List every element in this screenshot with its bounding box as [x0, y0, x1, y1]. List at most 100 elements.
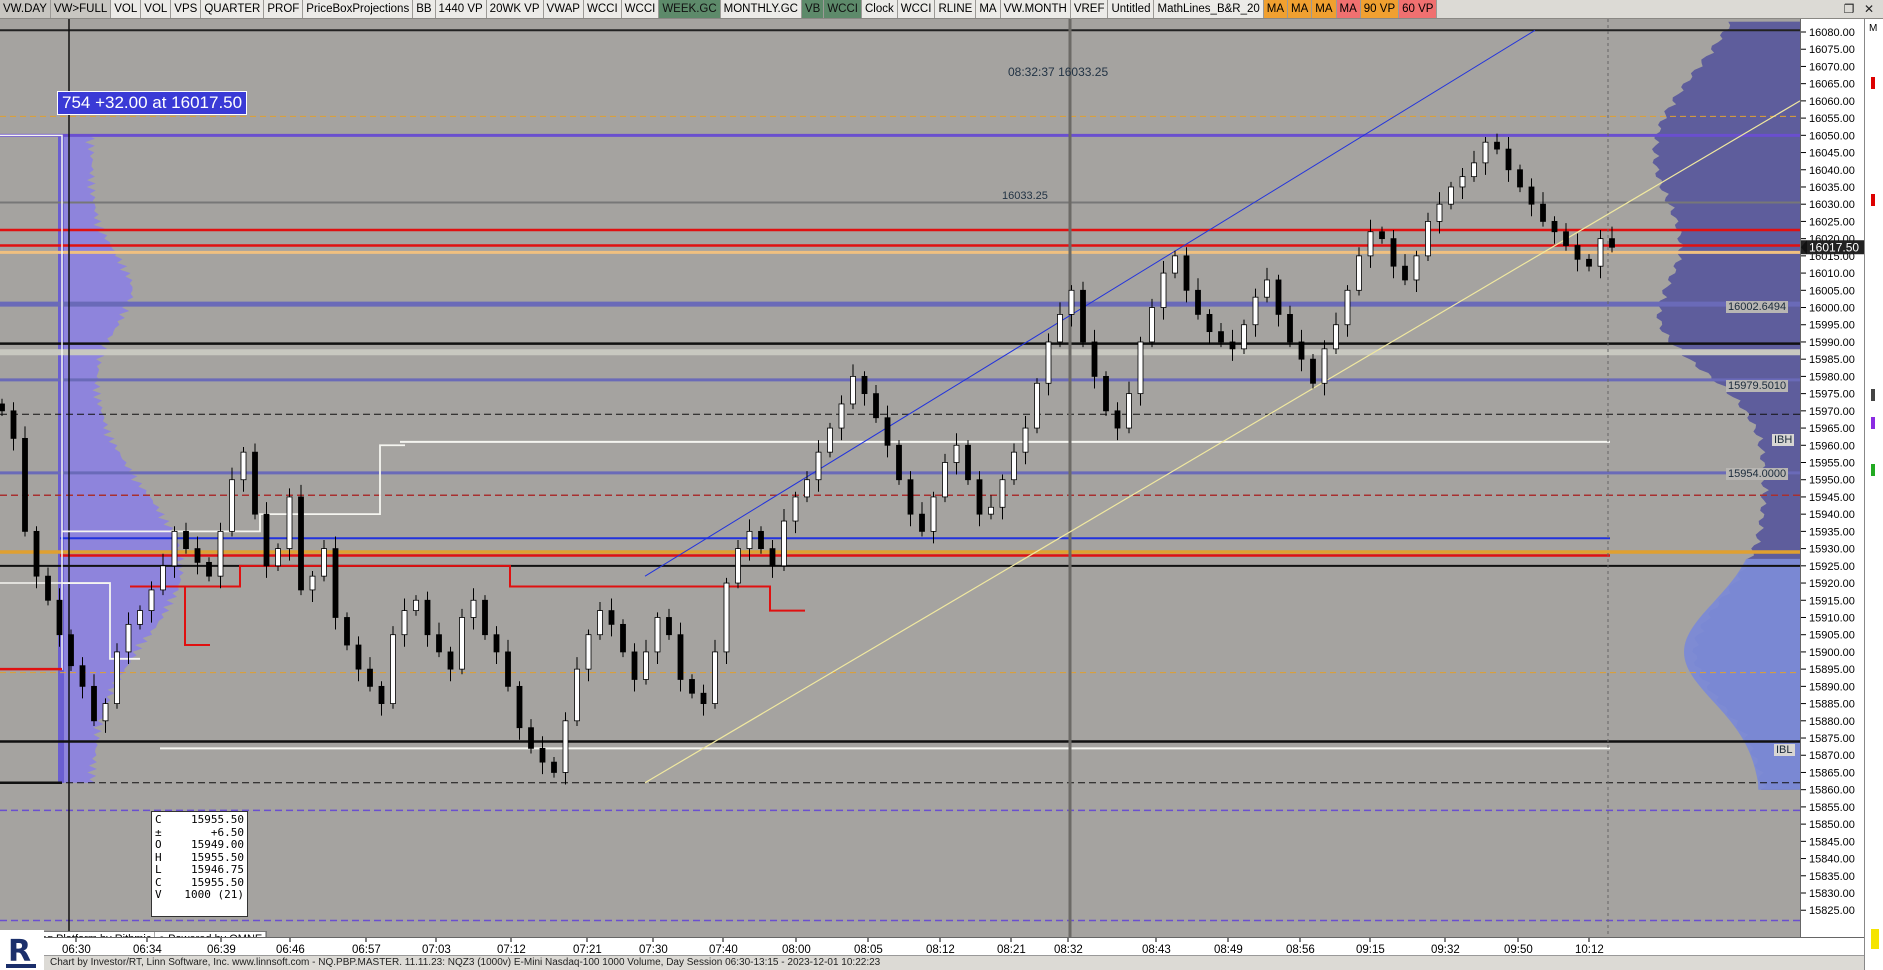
candle-body [1333, 324, 1339, 350]
price-tick-label: 15915.00 [1809, 595, 1855, 607]
time-axis[interactable]: 06:30 06:34 06:39 06:46 06:57 07:03 07:12 07:21… [0, 937, 1864, 956]
candle-body [1045, 341, 1052, 384]
candle-body [1068, 289, 1075, 315]
price-tick-label: 15905.00 [1809, 630, 1855, 642]
indicator-tab[interactable]: VOL [111, 0, 142, 18]
price-chart[interactable] [0, 19, 1883, 956]
indicator-tab[interactable]: RLINE [935, 0, 977, 18]
price-tick-label: 15970.00 [1809, 406, 1855, 418]
candle-body [137, 610, 143, 625]
candle-body [1356, 255, 1362, 291]
candle-body [562, 720, 569, 773]
candle-body [1413, 255, 1420, 281]
marker-dark [1871, 389, 1875, 401]
candle-body [574, 668, 580, 722]
ohlc-row: L 15946.75 [155, 863, 244, 876]
indicator-tab[interactable]: VPS [171, 0, 202, 18]
indicator-tab[interactable]: WCCI [897, 0, 936, 18]
candle-body [907, 479, 914, 515]
indicator-tab[interactable]: WCCI [621, 0, 660, 18]
ibl-label: IBL [1774, 744, 1795, 756]
candle-body [1172, 255, 1178, 274]
indicator-tab[interactable]: WCCI [583, 0, 622, 18]
indicator-tab[interactable]: 60 VP [1399, 0, 1438, 18]
price-tick-label: 16045.00 [1809, 148, 1855, 160]
price-tick-label: 15830.00 [1809, 888, 1855, 900]
candle-body [447, 651, 454, 670]
indicator-tab[interactable]: 20WK VP [486, 0, 544, 18]
indicator-tab[interactable]: MA [1288, 0, 1313, 18]
candle-body [1402, 265, 1408, 281]
indicator-tab[interactable]: QUARTER [201, 0, 265, 18]
indicator-tab[interactable]: PROF [264, 0, 304, 18]
m-label: M [1869, 23, 1878, 34]
indicator-tab[interactable]: MA [1312, 0, 1337, 18]
indicator-tab[interactable]: Untitled [1108, 0, 1155, 18]
indicator-tab[interactable]: Clock [862, 0, 898, 18]
indicator-tab[interactable]: VOL [141, 0, 172, 18]
price-tick-label: 15895.00 [1809, 664, 1855, 676]
candle-body [873, 393, 879, 419]
candle-body [1321, 348, 1328, 384]
candle-body [344, 617, 350, 646]
candle-body [1390, 238, 1397, 267]
price-tick-label: 15865.00 [1809, 767, 1855, 779]
candle-body [0, 403, 5, 412]
candle-body [10, 410, 17, 439]
price-tick-label: 15910.00 [1809, 612, 1855, 624]
indicator-tab[interactable]: VWAP [543, 0, 584, 18]
price-tick-label: 15995.00 [1809, 320, 1855, 332]
chart-area[interactable]: 754 +32.00 at 16017.50 08:32:37 16033.25… [0, 19, 1801, 947]
candle-body [1103, 375, 1109, 412]
candle-body [919, 513, 925, 532]
indicator-tab[interactable]: MA [1263, 0, 1289, 18]
indicator-tab[interactable]: VW>FULL [50, 0, 112, 18]
candle-body [1448, 186, 1454, 205]
crosshair-level-label: 16033.25 [1002, 190, 1048, 202]
candle-body [516, 685, 523, 729]
close-icon[interactable]: ✕ [1861, 2, 1877, 16]
indicator-tab[interactable]: MONTHLY.GC [720, 0, 802, 18]
candle-body [1586, 258, 1592, 267]
indicator-tab[interactable]: 90 VP [1360, 0, 1400, 18]
price-tick-label: 16000.00 [1809, 303, 1855, 315]
indicator-tab[interactable]: WCCI [824, 0, 862, 18]
candle-body [1287, 314, 1293, 343]
restore-icon[interactable]: ❐ [1841, 2, 1857, 16]
price-tick-label: 16035.00 [1809, 182, 1855, 194]
price-tick-label: 15850.00 [1809, 819, 1855, 831]
indicator-tab[interactable]: 1440 VP [435, 0, 487, 18]
candle-body [33, 530, 40, 577]
candle-body [1057, 314, 1063, 343]
right-strip: M [1864, 19, 1883, 970]
price-tick-label: 16040.00 [1809, 165, 1855, 177]
candle-body [148, 589, 155, 611]
indicator-tab[interactable]: WEEK.GC [659, 0, 721, 18]
price-tick-label: 15885.00 [1809, 699, 1855, 711]
indicator-tab[interactable]: VREF [1070, 0, 1109, 18]
marker-red [1871, 194, 1875, 206]
candle-body [459, 617, 465, 670]
indicator-tab[interactable]: VB [801, 0, 825, 18]
indicator-tab[interactable]: MathLines_B&R_20 [1154, 0, 1264, 18]
price-tick-label: 15980.00 [1809, 371, 1855, 383]
indicator-tab[interactable]: PriceBoxProjections [303, 0, 414, 18]
indicator-tab[interactable]: MA [1336, 0, 1361, 18]
candle-body [1459, 176, 1466, 188]
indicator-tab[interactable]: MA [976, 0, 1001, 18]
candle-body [769, 548, 776, 567]
candle-body [309, 575, 316, 591]
candle-body [1379, 231, 1385, 240]
price-tick-label: 15960.00 [1809, 440, 1855, 452]
indicator-tab[interactable]: VW.MONTH [1000, 0, 1071, 18]
candle-body [505, 651, 511, 687]
candle-body [1160, 272, 1167, 308]
candle-body [355, 644, 362, 670]
price-tick-label: 16070.00 [1809, 61, 1855, 73]
indicator-tab[interactable]: VW.DAY [0, 0, 51, 18]
candle-body [999, 479, 1006, 508]
price-axis[interactable]: 16080.00 16075.00 16070.00 16065.00 16060.00… [1800, 19, 1864, 937]
candle-body [1149, 307, 1155, 343]
candle-body [896, 444, 902, 481]
indicator-tab[interactable]: BB [413, 0, 436, 18]
